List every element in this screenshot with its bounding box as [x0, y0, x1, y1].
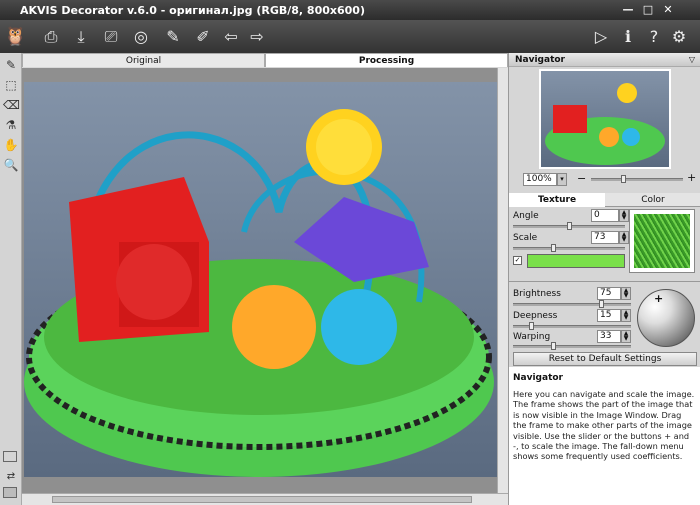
back-icon[interactable]: ⇦ [220, 26, 242, 48]
texture-brush-icon[interactable]: ✎ [3, 57, 19, 73]
open-icon[interactable]: ⎙ [40, 26, 62, 48]
selection-icon[interactable]: ⬚ [3, 77, 19, 93]
zoom-icon[interactable]: 🔍 [3, 157, 19, 173]
collapse-icon[interactable]: ▽ [689, 53, 695, 67]
angle-field[interactable]: 0 [591, 209, 619, 222]
vertical-scrollbar[interactable] [497, 68, 508, 493]
toolbar: 🦉 ⎙ ⤓ ⎚ ◎ ✎ ✐ ⇦ ⇨ ▷ i ? ⚙ [0, 20, 700, 53]
warping-slider[interactable] [513, 342, 631, 350]
angle-spinner[interactable]: ▲ ▼ [619, 209, 629, 222]
image-canvas[interactable] [24, 82, 499, 477]
tab-original[interactable]: Original [22, 53, 265, 67]
logo-icon: 🦉 [4, 26, 27, 47]
tab-texture[interactable]: Texture [509, 193, 605, 207]
hand-icon[interactable]: ✋ [3, 137, 19, 153]
warping-spinner[interactable]: ▲ ▼ [621, 330, 631, 343]
color-swatch[interactable] [527, 254, 625, 268]
eraser-icon[interactable]: ⌫ [3, 97, 20, 113]
image-window [22, 68, 507, 493]
brightness-field[interactable]: 75 [597, 287, 621, 300]
right-panel: Navigator ▽ 100% ▾ − + Texture Color Ang… [508, 53, 700, 505]
horizontal-scrollbar[interactable] [22, 493, 508, 505]
angle-label: Angle [513, 211, 539, 221]
magic-tube-icon[interactable]: ⚗ [3, 117, 19, 133]
scroll-thumb[interactable] [52, 496, 472, 503]
texture-color-tabs: Texture Color [509, 193, 700, 207]
layout-single-icon[interactable] [3, 451, 17, 462]
reset-defaults-button[interactable]: Reset to Default Settings [513, 352, 697, 366]
deepness-spinner[interactable]: ▲ ▼ [621, 309, 631, 322]
tools-panel: ✎ ⬚ ⌫ ⚗ ✋ 🔍 ⇄ [0, 53, 22, 505]
zoom-out-button[interactable]: − [577, 172, 586, 185]
forward-icon[interactable]: ⇨ [246, 26, 268, 48]
navigator-preview[interactable] [539, 69, 671, 169]
save-preset-icon[interactable]: ✐ [192, 26, 214, 48]
scale-slider[interactable] [513, 244, 625, 252]
view-tabs: Original Processing [22, 53, 508, 67]
run-icon[interactable]: ▷ [590, 26, 612, 48]
tab-color[interactable]: Color [605, 193, 700, 207]
help-icon[interactable]: ? [643, 26, 665, 48]
texture-preview[interactable] [629, 209, 695, 273]
deepness-slider[interactable] [513, 322, 631, 330]
scale-field[interactable]: 73 [591, 231, 619, 244]
print-icon[interactable]: ⎚ [100, 26, 122, 48]
scale-label: Scale [513, 233, 538, 243]
light-direction-sphere[interactable]: + [637, 289, 695, 347]
navigator-header: Navigator ▽ [509, 53, 700, 67]
zoom-dropdown[interactable]: ▾ [557, 173, 567, 186]
zoom-slider[interactable] [591, 175, 683, 183]
help-text: Here you can navigate and scale the imag… [513, 389, 695, 462]
deepness-label: Deepness [513, 311, 558, 321]
warping-field[interactable]: 33 [597, 330, 621, 343]
brightness-spinner[interactable]: ▲ ▼ [621, 287, 631, 300]
minimize-button[interactable]: — [620, 2, 636, 18]
layout-dual-icon[interactable] [3, 487, 17, 498]
tab-processing[interactable]: Processing [265, 53, 508, 67]
help-panel: Navigator Here you can navigate and scal… [509, 367, 700, 505]
save-icon[interactable]: ⤓ [70, 26, 92, 48]
layout-split-icon[interactable]: ⇄ [3, 469, 19, 485]
color-checkbox[interactable]: ✓ [513, 256, 522, 265]
light-source-marker[interactable]: + [654, 292, 663, 305]
settings-icon[interactable]: ⚙ [668, 26, 690, 48]
grass-texture [634, 214, 690, 268]
deepness-field[interactable]: 15 [597, 309, 621, 322]
close-button[interactable]: ✕ [660, 2, 676, 18]
maximize-button[interactable]: □ [640, 2, 656, 18]
navigator-thumbnail [545, 83, 665, 165]
share-icon[interactable]: ◎ [130, 26, 152, 48]
processed-photo [24, 109, 494, 477]
info-icon[interactable]: i [617, 26, 639, 48]
angle-slider[interactable] [513, 222, 625, 230]
load-preset-icon[interactable]: ✎ [162, 26, 184, 48]
window-title: AKVIS Decorator v.6.0 - оригинал.jpg (RG… [20, 3, 365, 17]
help-title: Navigator [513, 373, 563, 383]
zoom-value[interactable]: 100% [523, 173, 557, 186]
brightness-label: Brightness [513, 289, 561, 299]
warping-label: Warping [513, 332, 551, 342]
navigator-title: Navigator [515, 55, 565, 65]
scale-spinner[interactable]: ▲ ▼ [619, 231, 629, 244]
title-bar: AKVIS Decorator v.6.0 - оригинал.jpg (RG… [0, 0, 700, 20]
zoom-in-button[interactable]: + [687, 171, 696, 184]
brightness-slider[interactable] [513, 300, 631, 308]
